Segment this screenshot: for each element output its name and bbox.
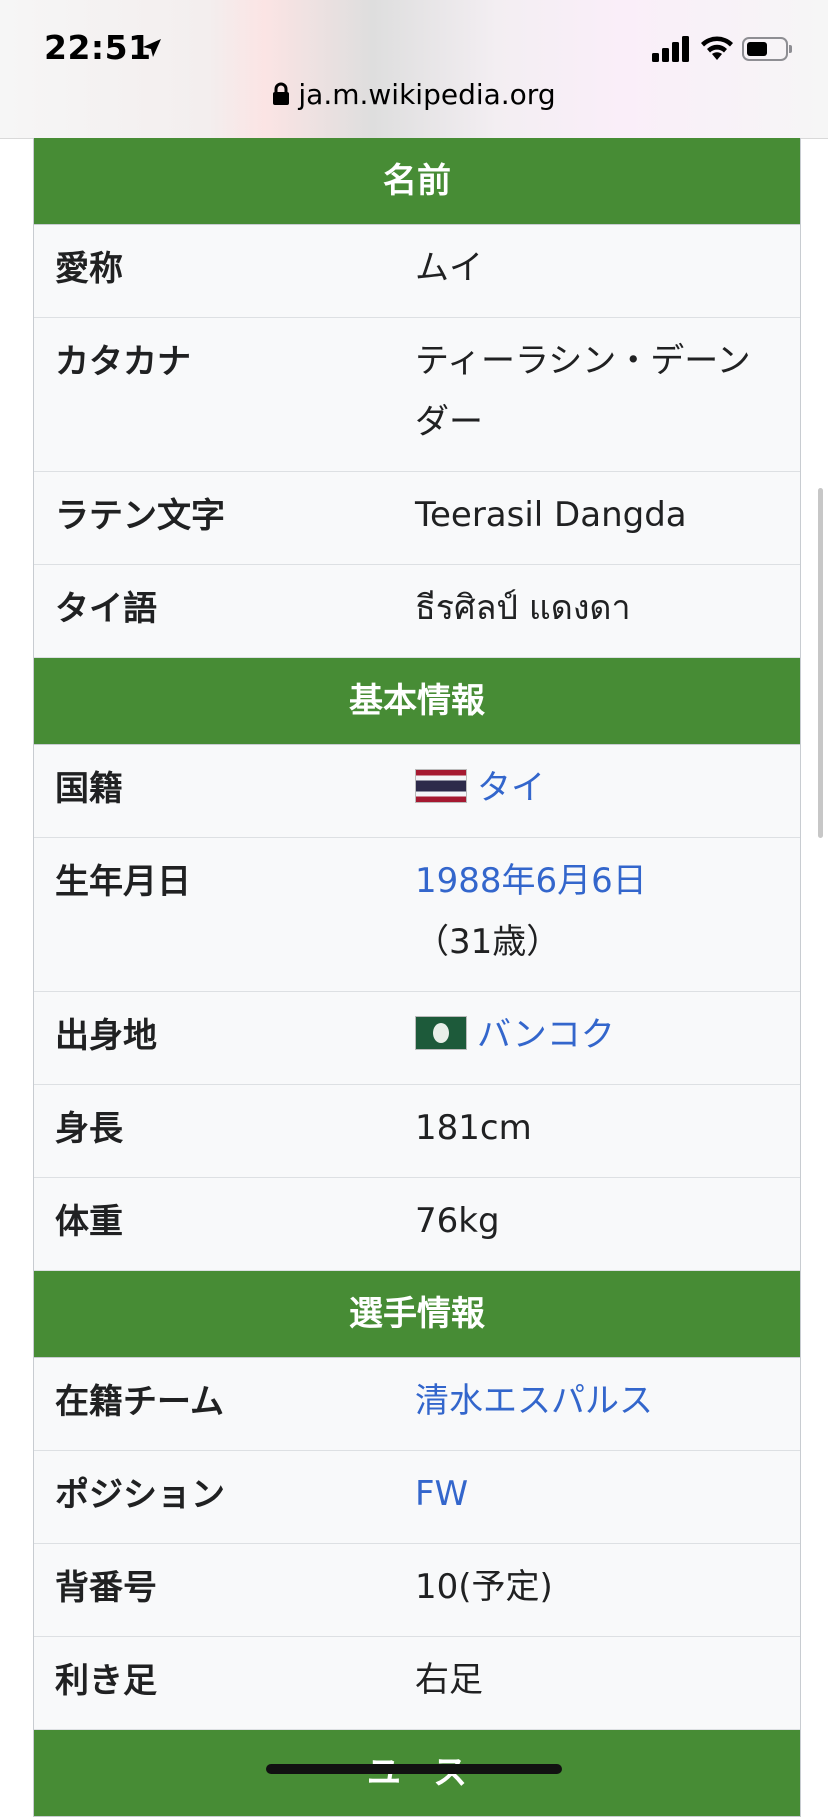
section-header-basic-info: 基本情報 bbox=[34, 658, 800, 745]
row-number: 背番号 10(予定) bbox=[34, 1544, 800, 1637]
row-height: 身長 181cm bbox=[34, 1085, 800, 1178]
birthplace-link[interactable]: バンコク bbox=[477, 1015, 615, 1055]
nationality-link[interactable]: タイ bbox=[477, 768, 545, 808]
row-value: タイ bbox=[415, 736, 800, 837]
row-label: 利き足 bbox=[55, 1661, 157, 1701]
address-bar[interactable]: ja.m.wikipedia.org bbox=[0, 78, 828, 113]
row-value: 181cm bbox=[415, 1108, 532, 1148]
infobox: 名前 愛称 ムイ カタカナ ティーラシン・デーンダー ラテン文字 Teerasi… bbox=[33, 138, 801, 1817]
location-arrow-icon bbox=[142, 38, 162, 62]
row-value: 76kg bbox=[415, 1201, 500, 1241]
team-link[interactable]: 清水エスパルス bbox=[415, 1381, 653, 1421]
wifi-icon bbox=[700, 34, 734, 66]
row-value: 10(予定) bbox=[415, 1567, 553, 1607]
thailand-flag-icon bbox=[415, 769, 467, 803]
row-thai: タイ語 ธีรศิลป์ แดงดา bbox=[34, 565, 800, 658]
url-text: ja.m.wikipedia.org bbox=[298, 78, 556, 111]
row-label: 出身地 bbox=[55, 1016, 157, 1056]
row-value: 1988年6月6日 （31歳） bbox=[415, 829, 800, 991]
row-value: バンコク bbox=[415, 983, 800, 1084]
row-label: 身長 bbox=[55, 1109, 123, 1149]
row-label: カタカナ bbox=[55, 342, 191, 382]
row-birthdate: 生年月日 1988年6月6日 （31歳） bbox=[34, 838, 800, 992]
battery-icon bbox=[742, 37, 792, 61]
row-birthplace: 出身地 バンコク bbox=[34, 992, 800, 1085]
row-katakana: カタカナ ティーラシン・デーンダー bbox=[34, 318, 800, 472]
row-team: 在籍チーム 清水エスパルス bbox=[34, 1358, 800, 1451]
row-nationality: 国籍 タイ bbox=[34, 745, 800, 838]
row-value: FW bbox=[415, 1442, 800, 1543]
row-nickname: 愛称 ムイ bbox=[34, 225, 800, 318]
lock-icon bbox=[272, 80, 290, 113]
row-value: ティーラシン・デーンダー bbox=[415, 341, 751, 442]
row-label: 生年月日 bbox=[55, 862, 191, 902]
scrollbar[interactable] bbox=[818, 488, 823, 838]
position-link[interactable]: FW bbox=[415, 1474, 468, 1514]
row-value: 清水エスパルス bbox=[415, 1349, 800, 1450]
row-value: 右足 bbox=[415, 1660, 483, 1700]
birthdate-link[interactable]: 1988年6月6日 bbox=[415, 861, 647, 901]
section-header-player-info: 選手情報 bbox=[34, 1271, 800, 1358]
row-position: ポジション FW bbox=[34, 1451, 800, 1544]
row-label: 国籍 bbox=[55, 769, 123, 809]
home-indicator[interactable] bbox=[266, 1764, 562, 1774]
row-label: 愛称 bbox=[55, 249, 123, 289]
row-value: ธีรศิลป์ แดงดา bbox=[415, 588, 631, 628]
row-label: ポジション bbox=[55, 1475, 225, 1515]
row-latin: ラテン文字 Teerasil Dangda bbox=[34, 472, 800, 565]
clock: 22:51 bbox=[44, 28, 152, 67]
row-value: ムイ bbox=[415, 248, 483, 288]
row-label: ラテン文字 bbox=[55, 496, 225, 536]
row-foot: 利き足 右足 bbox=[34, 1637, 800, 1730]
row-weight: 体重 76kg bbox=[34, 1178, 800, 1271]
status-bar: 22:51 ja.m.wikipedia.org bbox=[0, 0, 828, 139]
row-label: タイ語 bbox=[55, 589, 157, 629]
cellular-signal-icon bbox=[652, 36, 692, 62]
row-label: 背番号 bbox=[55, 1568, 157, 1608]
row-label: 在籍チーム bbox=[55, 1382, 224, 1422]
bangkok-flag-icon bbox=[415, 1016, 467, 1050]
row-value: Teerasil Dangda bbox=[415, 495, 687, 535]
row-label: 体重 bbox=[55, 1202, 123, 1242]
age-text: （31歳） bbox=[415, 922, 561, 962]
section-header-name: 名前 bbox=[34, 138, 800, 225]
